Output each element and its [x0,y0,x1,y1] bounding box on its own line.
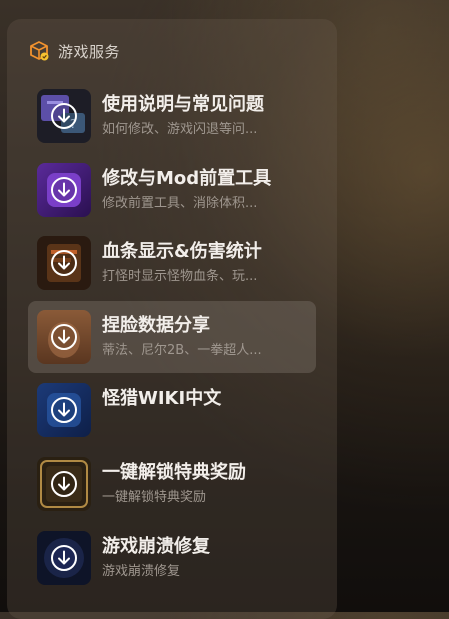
panel-header: 游戏服务 [28,40,120,62]
item-title: 血条显示&伤害统计 [102,241,262,262]
service-item-wiki[interactable]: 怪猎WIKI中文 [28,374,316,446]
download-icon[interactable] [50,102,78,130]
help-thumbnail-icon: ? [37,89,91,143]
wiki-thumbnail-icon [37,383,91,437]
item-subtitle: 蒂法、尼尔2B、一拳超人... [102,343,262,358]
download-icon[interactable] [50,323,78,351]
item-title: 游戏崩溃修复 [102,536,210,557]
item-title: 一键解锁特典奖励 [102,462,246,483]
service-item-mod-tools[interactable]: 修改与Mod前置工具 修改前置工具、消除体积... [28,154,316,226]
crash-fix-thumbnail-icon [37,531,91,585]
health-bar-thumbnail-icon [37,236,91,290]
service-item-crash-fix[interactable]: 游戏崩溃修复 游戏崩溃修复 [28,522,316,594]
item-title: 修改与Mod前置工具 [102,168,272,189]
item-subtitle: 如何修改、游戏闪退等问... [102,122,258,137]
item-title: 使用说明与常见问题 [102,94,264,115]
service-item-help[interactable]: ? 使用说明与常见问题 如何修改、游戏闪退等问... [28,80,316,152]
service-item-face-data[interactable]: 捏脸数据分享 蒂法、尼尔2B、一拳超人... [28,301,316,373]
game-service-cube-icon [28,40,50,62]
item-subtitle: 一键解锁特典奖励 [102,490,207,505]
mod-tool-thumbnail-icon [37,163,91,217]
service-item-unlock-rewards[interactable]: 一键解锁特典奖励 一键解锁特典奖励 [28,448,316,520]
download-icon[interactable] [50,249,78,277]
face-data-thumbnail-icon [37,310,91,364]
panel-title: 游戏服务 [58,42,121,61]
item-subtitle: 游戏崩溃修复 [102,564,181,579]
item-subtitle: 打怪时显示怪物血条、玩... [102,269,258,284]
item-title: 怪猎WIKI中文 [102,388,222,409]
download-icon[interactable] [50,396,78,424]
download-icon[interactable] [50,176,78,204]
download-icon[interactable] [50,470,78,498]
service-item-health-bar[interactable]: 血条显示&伤害统计 打怪时显示怪物血条、玩... [28,227,316,299]
item-subtitle: 修改前置工具、消除体积... [102,196,258,211]
item-title: 捏脸数据分享 [102,315,210,336]
unlock-reward-thumbnail-icon [37,457,91,511]
download-icon[interactable] [50,544,78,572]
